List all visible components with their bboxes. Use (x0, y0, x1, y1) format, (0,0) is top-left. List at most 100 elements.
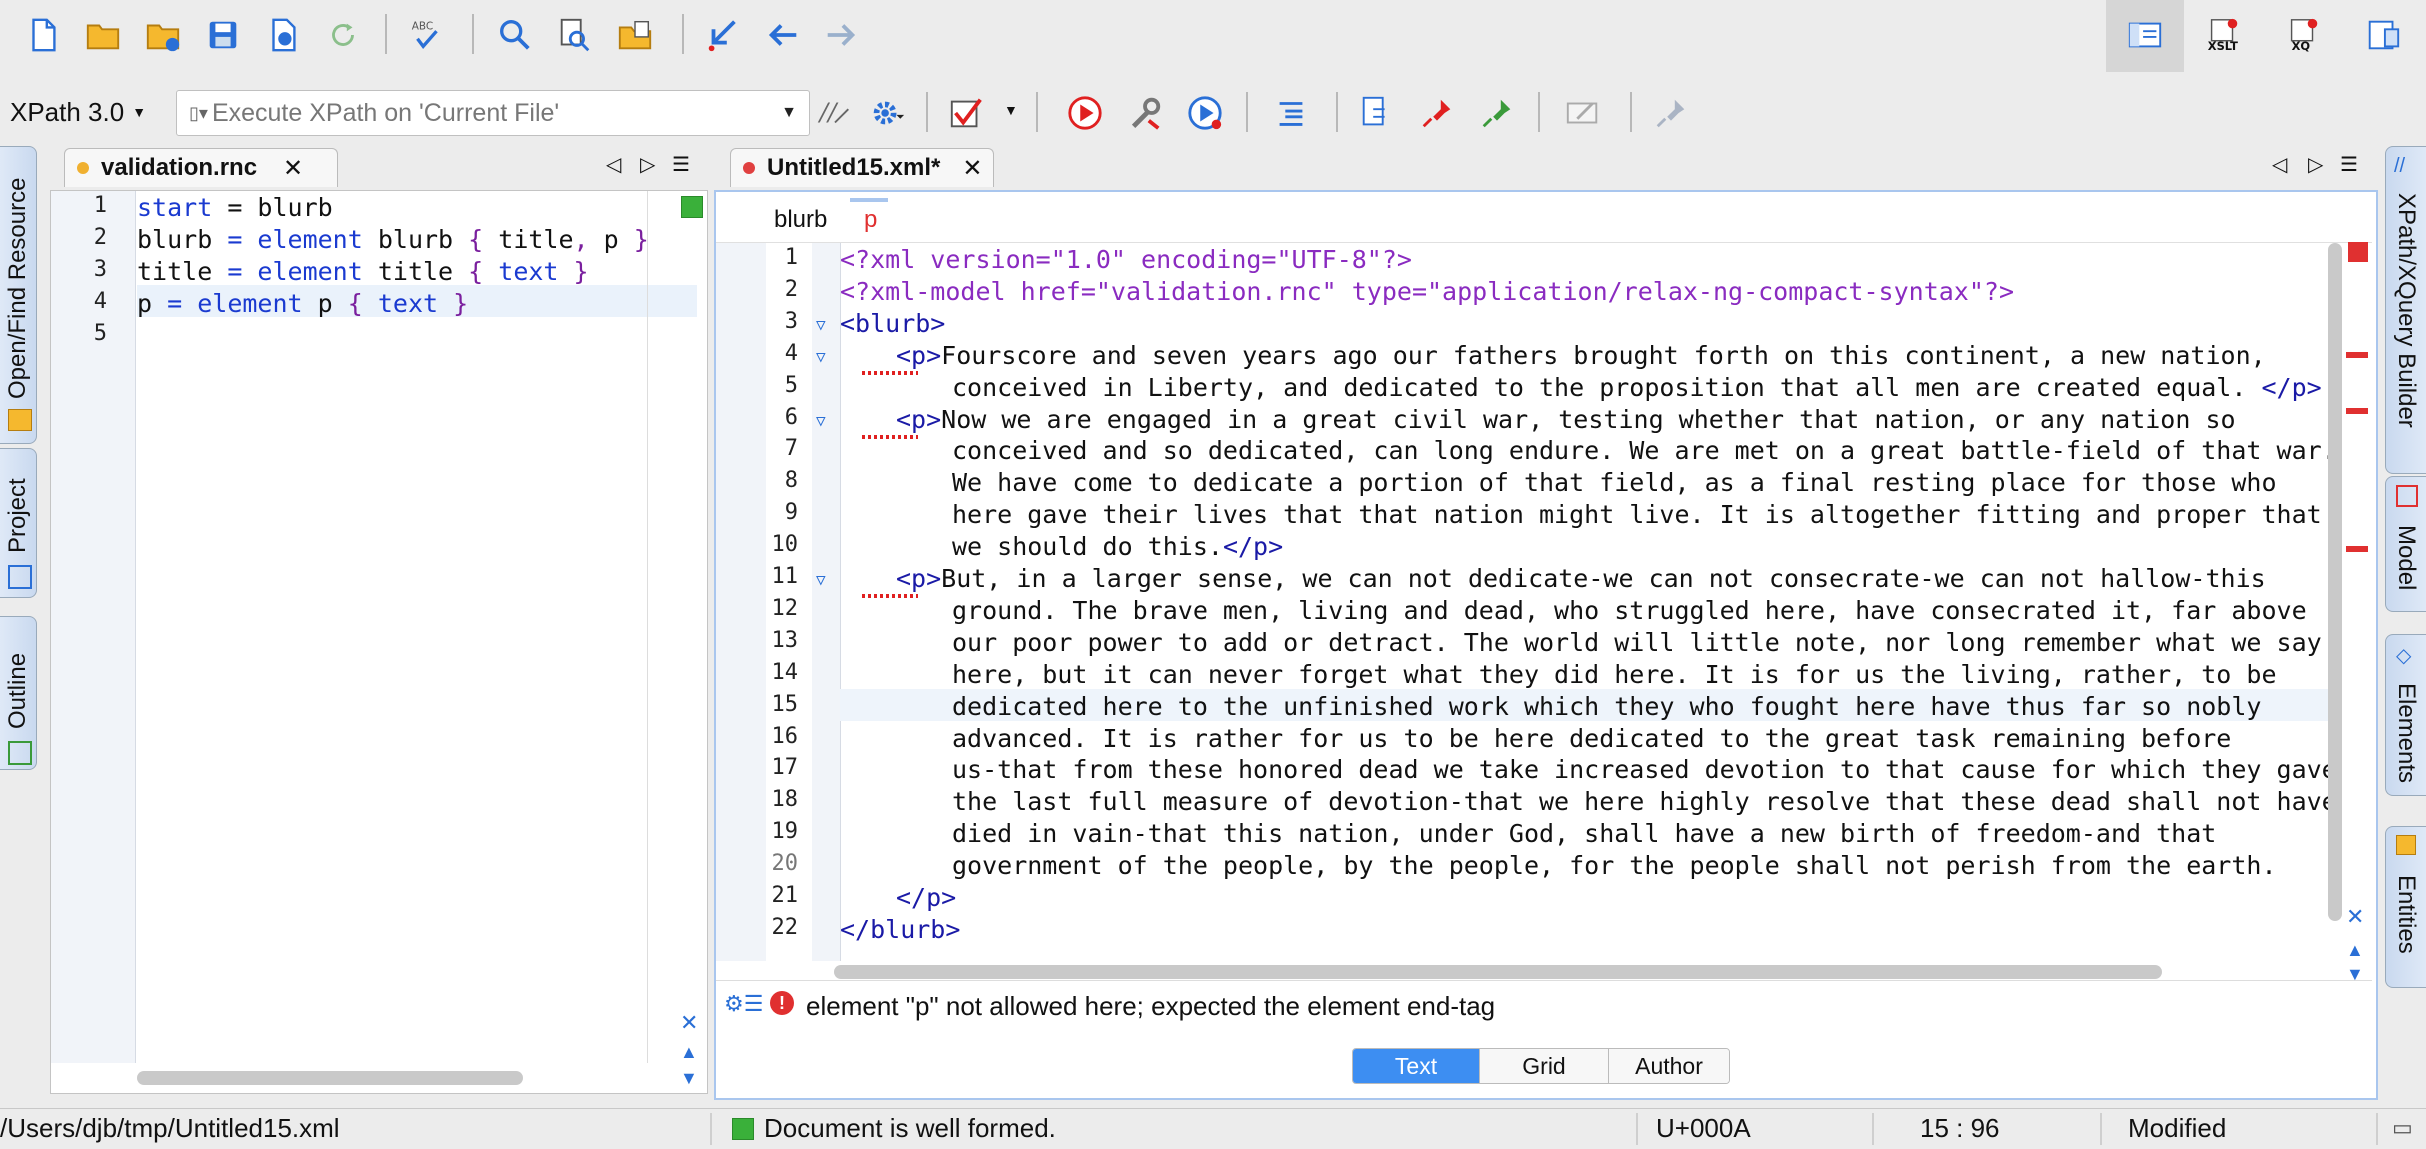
error-marker[interactable] (2346, 408, 2368, 414)
code-line[interactable]: we should do this.</p> (952, 532, 1283, 561)
view-tab-author[interactable]: Author (1608, 1049, 1729, 1083)
tab-scroll-right-icon[interactable]: ▷ (2308, 152, 2323, 177)
status-wellformed[interactable]: Document is well formed. (764, 1113, 1056, 1144)
code-line[interactable]: <p>But, in a larger sense, we can not de… (896, 564, 2266, 593)
forward-arrow-icon[interactable] (818, 12, 864, 58)
code-line[interactable]: government of the people, by the people,… (952, 851, 2277, 880)
error-message[interactable]: element "p" not allowed here; expected t… (806, 991, 1495, 1022)
tab-scroll-right-icon[interactable]: ▷ (640, 152, 655, 177)
code-line[interactable]: here, but it can never forget what they … (952, 660, 2277, 689)
code-line[interactable]: <blurb> (840, 309, 945, 338)
previous-error-icon[interactable]: ▲ (2346, 940, 2364, 961)
code-line[interactable]: We have come to dedicate a portion of th… (952, 468, 2277, 497)
left-horizontal-scrollbar[interactable] (137, 1071, 523, 1085)
breadcrumb-item-p[interactable]: p (864, 206, 877, 234)
close-icon[interactable]: ✕ (962, 154, 982, 183)
side-tab-project[interactable]: Project (0, 448, 37, 598)
right-code-area[interactable]: 1 <?xml version="1.0" encoding="UTF-8"?> 2… (716, 243, 2337, 961)
format-indent-icon[interactable] (1268, 90, 1314, 136)
chevron-down-icon[interactable]: ▼ (781, 104, 797, 122)
configure-transformation-icon[interactable] (1122, 90, 1168, 136)
pin-disabled-icon[interactable] (1648, 90, 1694, 136)
code-line[interactable]: title = element title { text } (137, 257, 589, 286)
code-line[interactable]: </blurb> (840, 915, 960, 944)
left-code-area[interactable]: 1 start = blurb 2 blurb = element blurb { t… (51, 191, 697, 591)
previous-error-icon[interactable]: ▲ (680, 1042, 698, 1063)
pin-red-icon[interactable] (1414, 90, 1460, 136)
view-tab-grid[interactable]: Grid (1479, 1049, 1608, 1083)
side-tab-outline[interactable]: Outline (0, 616, 37, 770)
error-marker[interactable] (2346, 352, 2368, 358)
back-arrow-icon[interactable] (760, 12, 806, 58)
code-line[interactable]: <p>Fourscore and seven years ago our fat… (896, 341, 2266, 370)
notifications-icon[interactable]: ▭ (2392, 1115, 2413, 1141)
view-tab-text[interactable]: Text (1353, 1049, 1479, 1083)
side-tab-entities[interactable]: Entities (2385, 826, 2426, 988)
fold-toggle-icon[interactable]: ▽ (816, 315, 826, 334)
code-line[interactable]: <p>Now we are engaged in a great civil w… (896, 405, 2236, 434)
open-url-icon[interactable] (140, 12, 186, 58)
code-line[interactable]: </p> (896, 883, 956, 912)
database-perspective-icon[interactable] (2360, 12, 2406, 58)
next-error-icon[interactable]: ▼ (2346, 964, 2364, 985)
editor-tab-untitled15[interactable]: Untitled15.xml* ✕ (730, 148, 994, 187)
open-folder-icon[interactable] (80, 12, 126, 58)
tab-scroll-left-icon[interactable]: ◁ (2272, 152, 2287, 177)
vertical-scrollbar[interactable] (2328, 243, 2342, 921)
code-line[interactable]: conceived and so dedicated, can long end… (952, 436, 2337, 465)
close-results-icon[interactable]: ✕ (680, 1010, 698, 1036)
apply-transformation-icon[interactable] (1062, 90, 1108, 136)
left-validation-ok-icon[interactable] (681, 196, 703, 218)
chevron-down-icon[interactable]: ▼ (1004, 102, 1018, 118)
xslt-debugger-icon[interactable]: XSLT (2200, 12, 2246, 58)
save-url-icon[interactable] (260, 12, 306, 58)
fold-toggle-icon[interactable]: ▽ (816, 347, 826, 366)
xpath-version-select[interactable]: XPath 3.0 ▼ (10, 92, 146, 132)
gear-icon[interactable] (864, 90, 910, 136)
code-line[interactable]: dedicated here to the unfinished work wh… (952, 692, 2261, 721)
code-line[interactable]: the last full measure of devotion-that w… (952, 787, 2337, 816)
code-line[interactable]: here gave their lives that that nation m… (952, 500, 2322, 529)
code-line[interactable]: our poor power to add or detract. The wo… (952, 628, 2322, 657)
replace-in-files-icon[interactable] (612, 12, 658, 58)
tab-list-icon[interactable]: ☰ (672, 152, 690, 177)
reload-icon[interactable] (320, 12, 366, 58)
side-tab-xpath-builder[interactable]: XPath/XQuery Builder // (2385, 146, 2426, 474)
new-file-icon[interactable] (20, 12, 66, 58)
editor-tab-validation-rnc[interactable]: validation.rnc ✕ (64, 148, 338, 187)
close-icon[interactable]: ✕ (283, 154, 303, 183)
code-line[interactable]: conceived in Liberty, and dedicated to t… (952, 373, 2322, 402)
pin-green-icon[interactable] (1474, 90, 1520, 136)
right-code-pane[interactable]: 1 <?xml version="1.0" encoding="UTF-8"?> 2… (716, 242, 2372, 979)
tab-list-icon[interactable]: ☰ (2340, 152, 2358, 177)
code-line[interactable]: advanced. It is rather for us to be here… (952, 724, 2231, 753)
breadcrumb-item-blurb[interactable]: blurb (774, 206, 827, 234)
xpath-settings-icon[interactable]: // (812, 90, 858, 136)
code-line[interactable]: p = element p { text } (137, 289, 468, 318)
side-tab-elements[interactable]: Elements ◇ (2385, 634, 2426, 796)
problem-settings-icon[interactable]: ⚙☰ (724, 991, 763, 1017)
left-editor-pane[interactable]: 1 start = blurb 2 blurb = element blurb { t… (50, 190, 708, 1094)
code-line[interactable]: us-that from these honored dead we take … (952, 755, 2337, 784)
code-line[interactable]: blurb = element blurb { title, p } (137, 225, 649, 254)
close-results-icon[interactable]: ✕ (2346, 904, 2364, 930)
debug-scenario-icon[interactable] (1182, 90, 1228, 136)
find-in-files-icon[interactable] (552, 12, 598, 58)
code-line[interactable]: <?xml version="1.0" encoding="UTF-8"?> (840, 245, 1412, 274)
side-tab-open-find-resource[interactable]: Open/Find Resource (0, 146, 37, 444)
edit-disabled-icon[interactable] (1560, 90, 1606, 136)
code-line[interactable]: ground. The brave men, living and dead, … (952, 596, 2307, 625)
fold-toggle-icon[interactable]: ▽ (816, 570, 826, 589)
last-modification-icon[interactable] (700, 12, 746, 58)
error-marker[interactable] (2346, 546, 2368, 552)
fold-toggle-icon[interactable]: ▽ (816, 411, 826, 430)
side-tab-model[interactable]: Model (2385, 476, 2426, 612)
validate-icon[interactable] (944, 90, 990, 136)
tab-scroll-left-icon[interactable]: ◁ (606, 152, 621, 177)
spellcheck-icon[interactable]: ABC (404, 12, 450, 58)
find-icon[interactable] (492, 12, 538, 58)
save-icon[interactable] (200, 12, 246, 58)
next-error-icon[interactable]: ▼ (680, 1068, 698, 1089)
xpath-input[interactable]: ▯▾ Execute XPath on 'Current File' ▼ (176, 90, 810, 136)
code-line[interactable]: start = blurb (137, 193, 333, 222)
